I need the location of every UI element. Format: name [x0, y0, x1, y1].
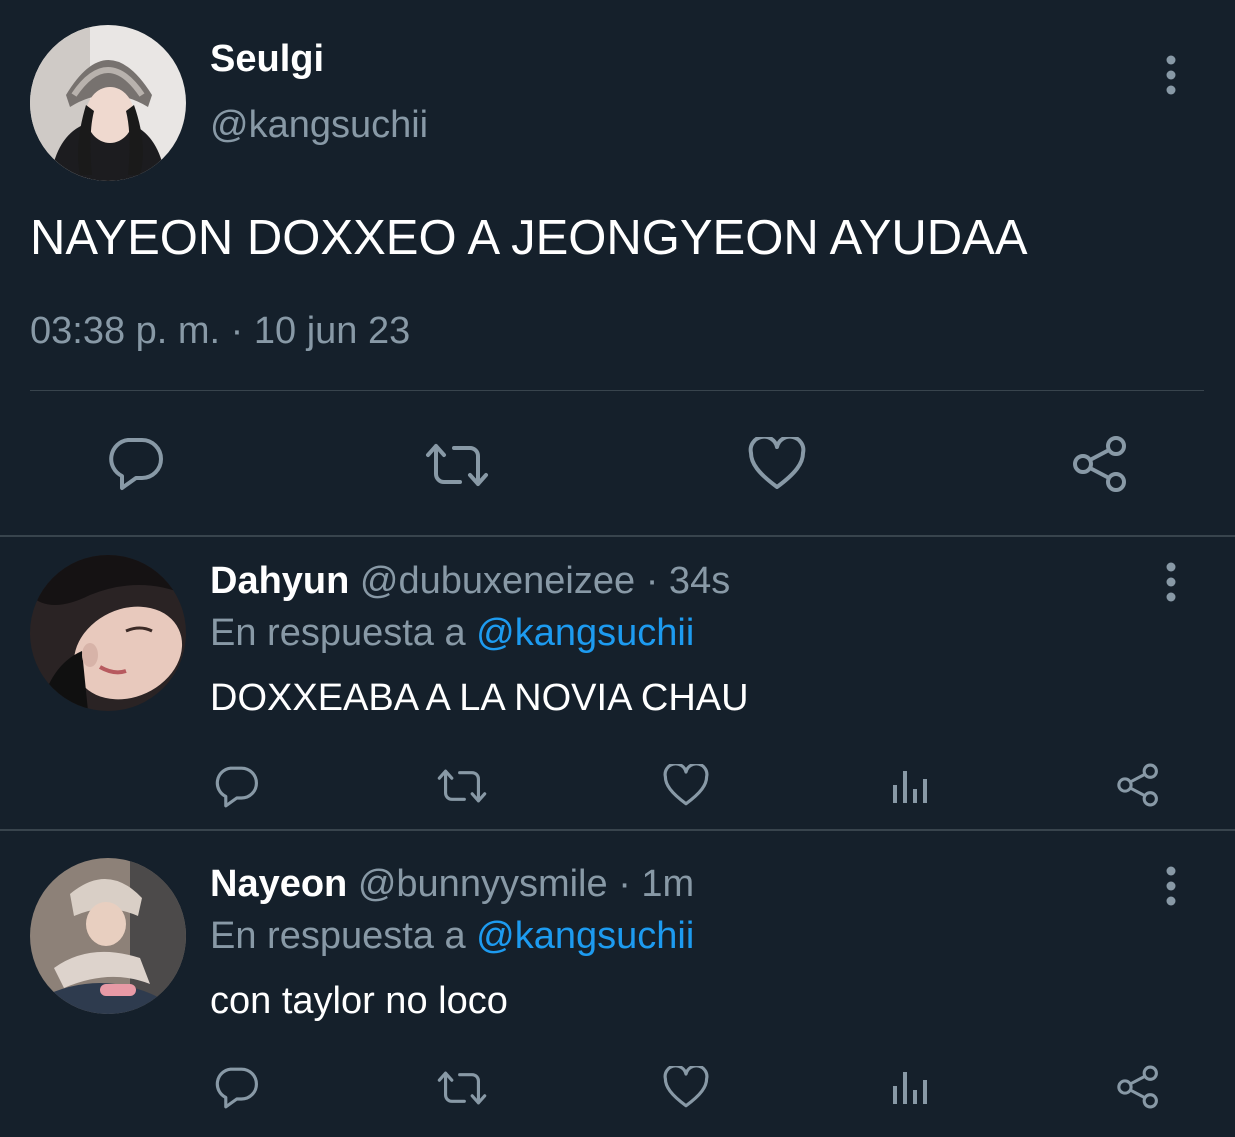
reply-to-handle[interactable]: @kangsuchii	[476, 612, 694, 654]
reply-icon[interactable]	[106, 436, 164, 492]
main-tweet-timestamp[interactable]: 03:38 p. m. · 10 jun 23	[30, 310, 410, 353]
reply-context: En respuesta a @kangsuchii	[210, 915, 694, 958]
reply-author-name[interactable]: Dahyun	[210, 560, 349, 602]
share-icon[interactable]	[1070, 434, 1130, 494]
like-icon[interactable]	[748, 437, 806, 491]
share-icon[interactable]	[1115, 1064, 1161, 1110]
reply-prefix: En respuesta a	[210, 915, 466, 957]
divider	[0, 829, 1235, 831]
divider	[0, 535, 1235, 537]
like-icon[interactable]	[663, 764, 709, 807]
avatar-nayeon[interactable]	[30, 858, 186, 1014]
reply-time[interactable]: · 1m	[618, 863, 694, 905]
reply-to-handle[interactable]: @kangsuchii	[476, 915, 694, 957]
retweet-icon[interactable]	[424, 442, 490, 488]
main-tweet-author-handle[interactable]: @kangsuchii	[210, 104, 428, 147]
reply-author-handle[interactable]: @dubuxeneizee	[360, 560, 635, 602]
reply-text: con taylor no loco	[210, 980, 508, 1022]
main-tweet-text: NAYEON DOXXEO A JEONGYEON AYUDAA	[30, 211, 1028, 265]
retweet-icon[interactable]	[436, 768, 488, 804]
reply-text: DOXXEABA A LA NOVIA CHAU	[210, 677, 749, 719]
more-options-icon[interactable]	[1164, 562, 1178, 602]
avatar-dahyun[interactable]	[30, 555, 186, 711]
avatar-seulgi[interactable]	[30, 25, 186, 181]
retweet-icon[interactable]	[436, 1070, 488, 1106]
reply-prefix: En respuesta a	[210, 612, 466, 654]
analytics-icon[interactable]	[892, 1068, 932, 1106]
main-tweet-author-name[interactable]: Seulgi	[210, 38, 324, 81]
more-options-icon[interactable]	[1164, 55, 1178, 95]
analytics-icon[interactable]	[892, 767, 932, 805]
like-icon[interactable]	[663, 1066, 709, 1109]
reply-header: Dahyun @dubuxeneizee · 34s	[210, 560, 730, 603]
more-options-icon[interactable]	[1164, 866, 1178, 906]
reply-author-name[interactable]: Nayeon	[210, 863, 347, 905]
reply-author-handle[interactable]: @bunnyysmile	[358, 863, 608, 905]
reply-icon[interactable]	[213, 765, 259, 809]
reply-header: Nayeon @bunnyysmile · 1m	[210, 863, 694, 906]
divider	[30, 390, 1204, 391]
reply-icon[interactable]	[213, 1066, 259, 1110]
reply-time[interactable]: · 34s	[646, 560, 730, 602]
reply-context: En respuesta a @kangsuchii	[210, 612, 694, 655]
share-icon[interactable]	[1115, 762, 1161, 808]
